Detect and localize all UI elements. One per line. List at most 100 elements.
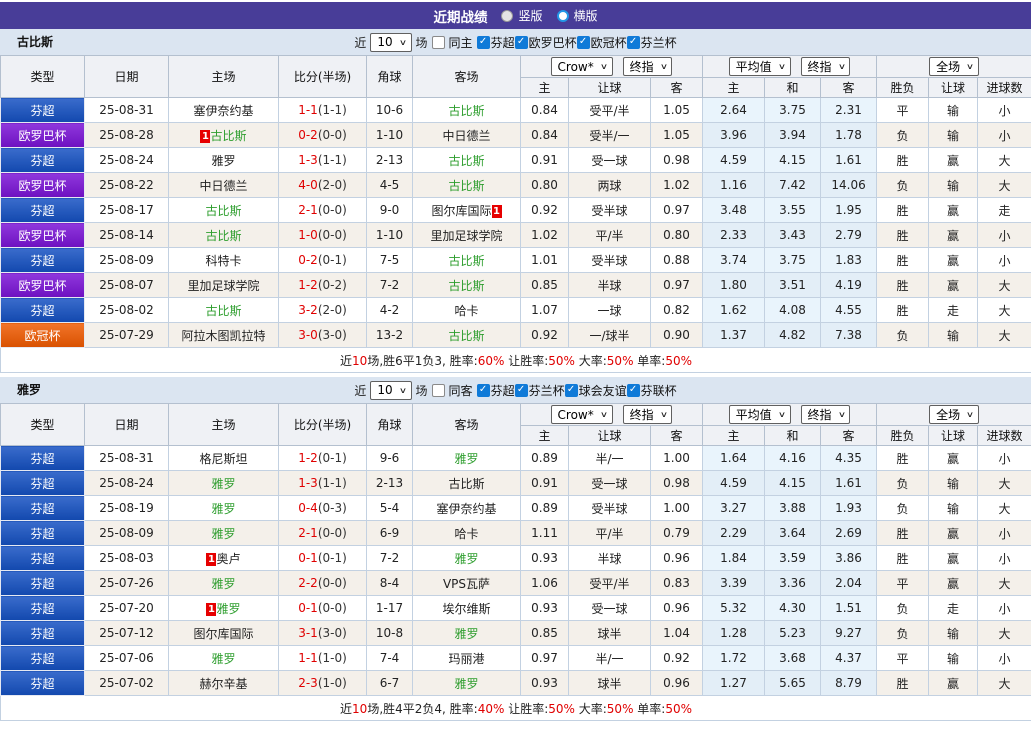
odds-handicap-value: 受平/半 [568, 97, 651, 123]
away-team-name: 雅罗 [454, 676, 479, 691]
odds-handicap-value: 球半 [568, 670, 651, 696]
away-team-name: 雅罗 [454, 451, 479, 466]
results-table: 类型 日期 主场 比分(半场) 角球 客场 Crow* ∨ 终指 ∨ 平均值 ∨ 终指 ∨ … [0, 55, 1031, 373]
league-filter-item[interactable]: ✓ 芬超 [476, 34, 515, 51]
home-team-cell: 雅罗 [168, 570, 279, 596]
league-checkbox[interactable]: ✓ [626, 383, 640, 397]
odds-home-value: 1.07 [520, 297, 569, 323]
match-count-select[interactable]: 10 ∨ [370, 380, 412, 400]
league-filter-item[interactable]: ✓ 球会友谊 [564, 382, 627, 399]
filter-controls: 近 10 ∨ 场 同客 ✓ 芬超 ✓ 芬兰杯 ✓ 球会友谊 ✓ 芬联杯 [354, 380, 677, 400]
col-result-handicap: 让球 [928, 425, 979, 446]
same-venue-checkbox[interactable] [431, 383, 445, 397]
layout-radio-horizontal[interactable]: 横版 [556, 7, 598, 24]
odds-home-value: 0.93 [520, 545, 569, 571]
league-badge: 芬超 [0, 595, 85, 621]
same-venue-checkbox[interactable] [431, 35, 445, 49]
odds-source-select[interactable]: Crow* ∨ [550, 405, 613, 425]
match-row: 芬超 25-07-20 1 雅罗 0-1(0-0) 1-17 埃尔维斯 0.93 … [0, 595, 1031, 621]
league-badge: 芬超 [0, 297, 85, 323]
away-team-cell: 哈卡 [412, 297, 521, 323]
radio-vertical-label[interactable]: 竖版 [518, 7, 542, 24]
layout-radio-vertical[interactable]: 竖版 [501, 7, 543, 24]
home-team-name: 雅罗 [216, 601, 241, 616]
result-handicap-value: 赢 [928, 222, 979, 248]
odds-source-select[interactable]: Crow* ∨ [550, 57, 613, 77]
league-filter-item[interactable]: ✓ 芬联杯 [626, 382, 677, 399]
result-goals-value: 走 [977, 197, 1031, 223]
league-filter-item[interactable]: ✓ 欧罗巴杯 [514, 34, 577, 51]
avg-time-select[interactable]: 终指 ∨ [800, 405, 851, 424]
avg-away-value: 4.19 [820, 272, 878, 298]
league-filter-item[interactable]: ✓ 芬超 [476, 382, 515, 399]
topbar: 近期战绩 竖版 横版 [0, 2, 1031, 29]
odds-home-value: 0.89 [520, 495, 569, 521]
chevron-down-icon: ∨ [777, 62, 786, 71]
results-body: 芬超 25-08-31 格尼斯坦 1-2(0-1) 9-6 雅罗 0.89 半/… [0, 445, 1031, 696]
odds-time-select[interactable]: 终指 ∨ [622, 404, 673, 424]
league-checkbox[interactable]: ✓ [476, 35, 490, 49]
league-filter-item[interactable]: ✓ 芬兰杯 [626, 34, 677, 51]
avg-source-select[interactable]: 平均值 ∨ [728, 405, 791, 424]
away-team-cell: 雅罗 [412, 620, 521, 646]
result-goals-value: 小 [977, 247, 1031, 273]
odds-handicap-value: 半/一 [568, 445, 651, 471]
league-filter-item[interactable]: ✓ 芬兰杯 [514, 382, 565, 399]
avg-away-value: 2.31 [820, 97, 878, 123]
red-card-badge: 1 [491, 204, 502, 218]
home-team-name: 格尼斯坦 [199, 451, 248, 466]
scope-select[interactable]: 全场 ∨ [929, 405, 979, 424]
league-badge: 芬超 [0, 445, 85, 471]
match-date: 25-08-09 [84, 520, 169, 546]
league-checkbox[interactable]: ✓ [476, 383, 490, 397]
odds-home-value: 0.92 [520, 197, 569, 223]
score-cell: 1-3(1-1) [278, 470, 367, 496]
home-team-name: 雅罗 [211, 526, 236, 541]
col-avg-draw: 和 [764, 425, 822, 446]
league-badge: 芬超 [0, 570, 85, 596]
halftime-score: (0-2) [317, 278, 347, 292]
match-count-value: 10 [377, 383, 393, 397]
home-team-cell: 图尔库国际 [168, 620, 279, 646]
score-cell: 1-0(0-0) [278, 222, 367, 248]
odds-away-value: 1.02 [649, 172, 704, 198]
odds-handicap-value: 受半球 [568, 247, 651, 273]
fulltime-score: 2-1 [298, 203, 318, 217]
corner-score: 9-0 [366, 197, 413, 223]
corner-score: 8-4 [366, 570, 413, 596]
odds-time-select[interactable]: 终指 ∨ [622, 56, 673, 76]
home-team-name: 塞伊奈约基 [193, 103, 254, 118]
col-type: 类型 [0, 403, 85, 446]
league-checkbox[interactable]: ✓ [576, 35, 590, 49]
league-checkbox[interactable]: ✓ [514, 383, 528, 397]
away-team-cell: 雅罗 [412, 445, 521, 471]
home-team-cell: 阿拉木图凯拉特 [168, 322, 279, 348]
avg-time-select[interactable]: 终指 ∨ [800, 57, 851, 76]
score-cell: 0-1(0-1) [278, 545, 367, 571]
away-team-cell: 古比斯 [412, 247, 521, 273]
result-handicap-value: 输 [928, 322, 979, 348]
home-team-name: 雅罗 [211, 476, 236, 491]
result-goals-value: 大 [977, 470, 1031, 496]
result-goals-value: 小 [977, 222, 1031, 248]
match-count-select[interactable]: 10 ∨ [370, 32, 412, 52]
col-odds-away: 客 [649, 425, 704, 446]
col-away: 客场 [412, 403, 521, 446]
avg-source-select[interactable]: 平均值 ∨ [728, 57, 791, 76]
scope-select[interactable]: 全场 ∨ [929, 57, 979, 76]
league-checkbox[interactable]: ✓ [514, 35, 528, 49]
avg-home-value: 4.59 [702, 147, 766, 173]
near-label: 近 [354, 383, 367, 398]
score-cell: 0-1(0-0) [278, 595, 367, 621]
col-avg-home: 主 [702, 77, 766, 98]
radio-vertical-icon[interactable] [501, 9, 514, 22]
league-checkbox[interactable]: ✓ [626, 35, 640, 49]
halftime-score: (0-1) [317, 253, 347, 267]
away-team-cell: 古比斯 [412, 147, 521, 173]
radio-horizontal-icon[interactable] [556, 9, 569, 22]
radio-horizontal-label[interactable]: 横版 [574, 7, 598, 24]
league-filter-item[interactable]: ✓ 欧冠杯 [576, 34, 627, 51]
league-checkbox[interactable]: ✓ [564, 383, 578, 397]
avg-away-value: 4.55 [820, 297, 878, 323]
away-team-cell: 图尔库国际 1 [412, 197, 521, 223]
